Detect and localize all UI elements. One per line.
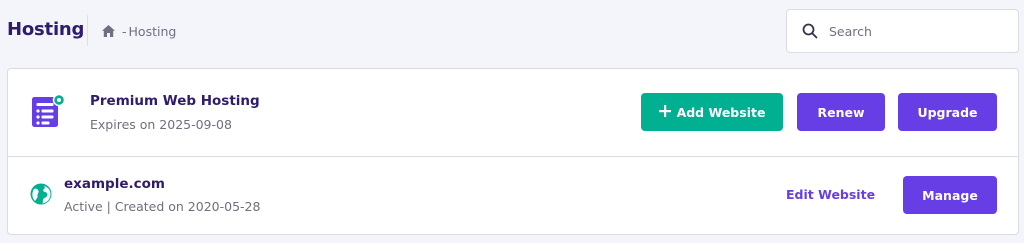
search-input[interactable] xyxy=(829,21,1009,41)
home-icon[interactable] xyxy=(101,24,116,38)
plan-name: Premium Web Hosting xyxy=(90,93,260,109)
header-divider xyxy=(87,15,88,46)
add-website-button[interactable]: Add Website xyxy=(641,93,783,131)
add-website-label: Add Website xyxy=(676,104,766,120)
breadcrumb: - Hosting xyxy=(101,22,176,40)
hosting-plan-icon xyxy=(31,93,66,134)
page-title: Hosting xyxy=(7,19,85,40)
globe-icon xyxy=(30,183,52,209)
manage-button[interactable]: Manage xyxy=(903,176,997,214)
search-icon xyxy=(802,23,818,43)
row-divider xyxy=(8,156,1018,157)
hosting-card: Premium Web Hosting Expires on 2025-09-0… xyxy=(7,68,1019,235)
plus-icon xyxy=(658,104,671,120)
breadcrumb-separator: - xyxy=(122,23,127,39)
website-domain[interactable]: example.com xyxy=(64,176,165,192)
renew-button[interactable]: Renew xyxy=(797,93,885,131)
website-status: Active | Created on 2020-05-28 xyxy=(64,199,261,214)
upgrade-button[interactable]: Upgrade xyxy=(898,93,997,131)
page-header: Hosting - Hosting xyxy=(0,0,1024,62)
edit-website-link[interactable]: Edit Website xyxy=(786,187,875,202)
breadcrumb-current: Hosting xyxy=(128,23,177,39)
plan-expiry: Expires on 2025-09-08 xyxy=(90,117,232,132)
search-box[interactable] xyxy=(786,9,1019,53)
